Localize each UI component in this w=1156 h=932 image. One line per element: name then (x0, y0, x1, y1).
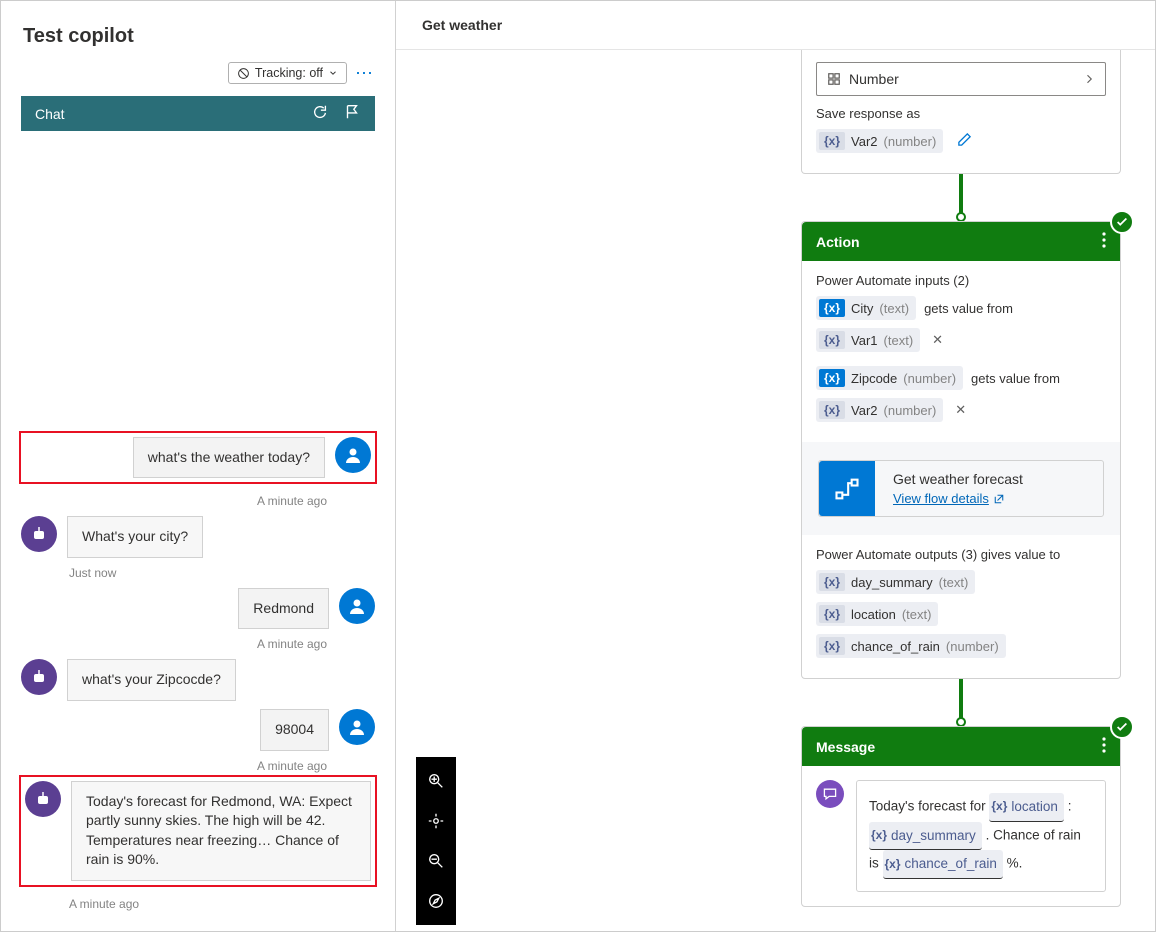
flow-icon (819, 461, 875, 516)
bot-avatar-icon (21, 516, 57, 552)
chat-transcript: what's the weather today? A minute ago W… (1, 131, 395, 931)
output-chip[interactable]: {x}day_summary(text) (816, 570, 975, 594)
node-menu-icon[interactable] (1102, 737, 1106, 756)
user-avatar-icon (339, 588, 375, 624)
message-node[interactable]: Message Today's forecast for (801, 726, 1121, 907)
fit-button[interactable] (416, 801, 456, 841)
remove-variable-icon[interactable]: ✕ (928, 332, 947, 348)
chat-timestamp: A minute ago (21, 759, 375, 773)
test-copilot-panel: Test copilot Tracking: off ⋯ Chat (1, 1, 396, 931)
chat-message-user: Redmond (21, 588, 375, 630)
chat-label: Chat (35, 106, 65, 122)
action-node[interactable]: Action Power Automate inputs (2) {x}City… (801, 221, 1121, 679)
chat-bubble[interactable]: Today's forecast for Redmond, WA: Expect… (71, 781, 371, 881)
bot-avatar-icon (25, 781, 61, 817)
panel-title: Test copilot (23, 25, 134, 48)
chat-bubble[interactable]: 98004 (260, 709, 329, 751)
chat-message-user: what's the weather today? (25, 437, 371, 479)
question-node-partial: Number Save response as {x} Var2 (number… (801, 50, 1121, 174)
node-success-badge (1110, 210, 1134, 234)
inputs-label: Power Automate inputs (2) (816, 273, 1106, 288)
variable-chip[interactable]: {x}Var2(number) (816, 398, 943, 422)
user-avatar-icon (335, 437, 371, 473)
chat-message-bot: Today's forecast for Redmond, WA: Expect… (25, 781, 371, 881)
param-chip: {x}City(text) (816, 296, 916, 320)
chat-message-bot: what's your Zipcocde? (21, 659, 375, 701)
message-content-editor[interactable]: Today's forecast for {x}location : {x}da… (856, 780, 1106, 892)
outputs-label: Power Automate outputs (3) gives value t… (816, 547, 1106, 562)
more-menu-icon[interactable]: ⋯ (355, 63, 375, 84)
chat-timestamp: A minute ago (21, 637, 375, 651)
chat-message-bot: What's your city? (21, 516, 375, 558)
chat-bubble[interactable]: what's the weather today? (133, 437, 325, 479)
param-chip: {x}Zipcode(number) (816, 366, 963, 390)
output-chip[interactable]: {x}chance_of_rain(number) (816, 634, 1006, 658)
canvas-toolbar (416, 757, 456, 925)
flag-icon[interactable] (343, 103, 361, 124)
variable-chip[interactable]: {x} Var2 (number) (816, 129, 943, 153)
view-flow-details-link[interactable]: View flow details (893, 491, 1005, 506)
topic-title: Get weather (396, 1, 1155, 50)
inline-variable[interactable]: {x}day_summary (869, 822, 982, 851)
flow-card: Get weather forecast View flow details (818, 460, 1104, 517)
chat-bubble[interactable]: What's your city? (67, 516, 203, 558)
refresh-icon[interactable] (311, 103, 329, 124)
chat-bubble[interactable]: what's your Zipcocde? (67, 659, 236, 701)
identify-type-dropdown[interactable]: Number (816, 62, 1106, 96)
node-title: Message (816, 739, 875, 755)
inline-variable[interactable]: {x}chance_of_rain (883, 850, 1003, 879)
bot-avatar-icon (21, 659, 57, 695)
chat-header-bar: Chat (21, 96, 375, 131)
close-icon[interactable] (365, 21, 373, 52)
node-success-badge (1110, 715, 1134, 739)
edit-variable-icon[interactable] (951, 132, 978, 150)
chat-bubble[interactable]: Redmond (238, 588, 329, 630)
save-response-label: Save response as (816, 106, 1106, 121)
chat-timestamp: A minute ago (21, 897, 375, 911)
chat-timestamp: A minute ago (21, 494, 375, 508)
chevron-right-icon (1083, 73, 1095, 85)
inline-variable[interactable]: {x}location (989, 793, 1064, 822)
variable-chip[interactable]: {x}Var1(text) (816, 328, 920, 352)
node-title: Action (816, 234, 860, 250)
user-avatar-icon (339, 709, 375, 745)
message-type-icon (816, 780, 844, 808)
tracking-toggle[interactable]: Tracking: off (228, 62, 347, 84)
compass-button[interactable] (416, 881, 456, 921)
zoom-in-button[interactable] (416, 761, 456, 801)
chat-message-user: 98004 (21, 709, 375, 751)
zoom-out-button[interactable] (416, 841, 456, 881)
chat-timestamp: Just now (21, 566, 375, 580)
authoring-canvas-panel: Get weather Number Save response as (396, 1, 1155, 931)
output-chip[interactable]: {x}location(text) (816, 602, 938, 626)
flow-title: Get weather forecast (893, 471, 1023, 487)
node-menu-icon[interactable] (1102, 232, 1106, 251)
remove-variable-icon[interactable]: ✕ (951, 402, 970, 418)
